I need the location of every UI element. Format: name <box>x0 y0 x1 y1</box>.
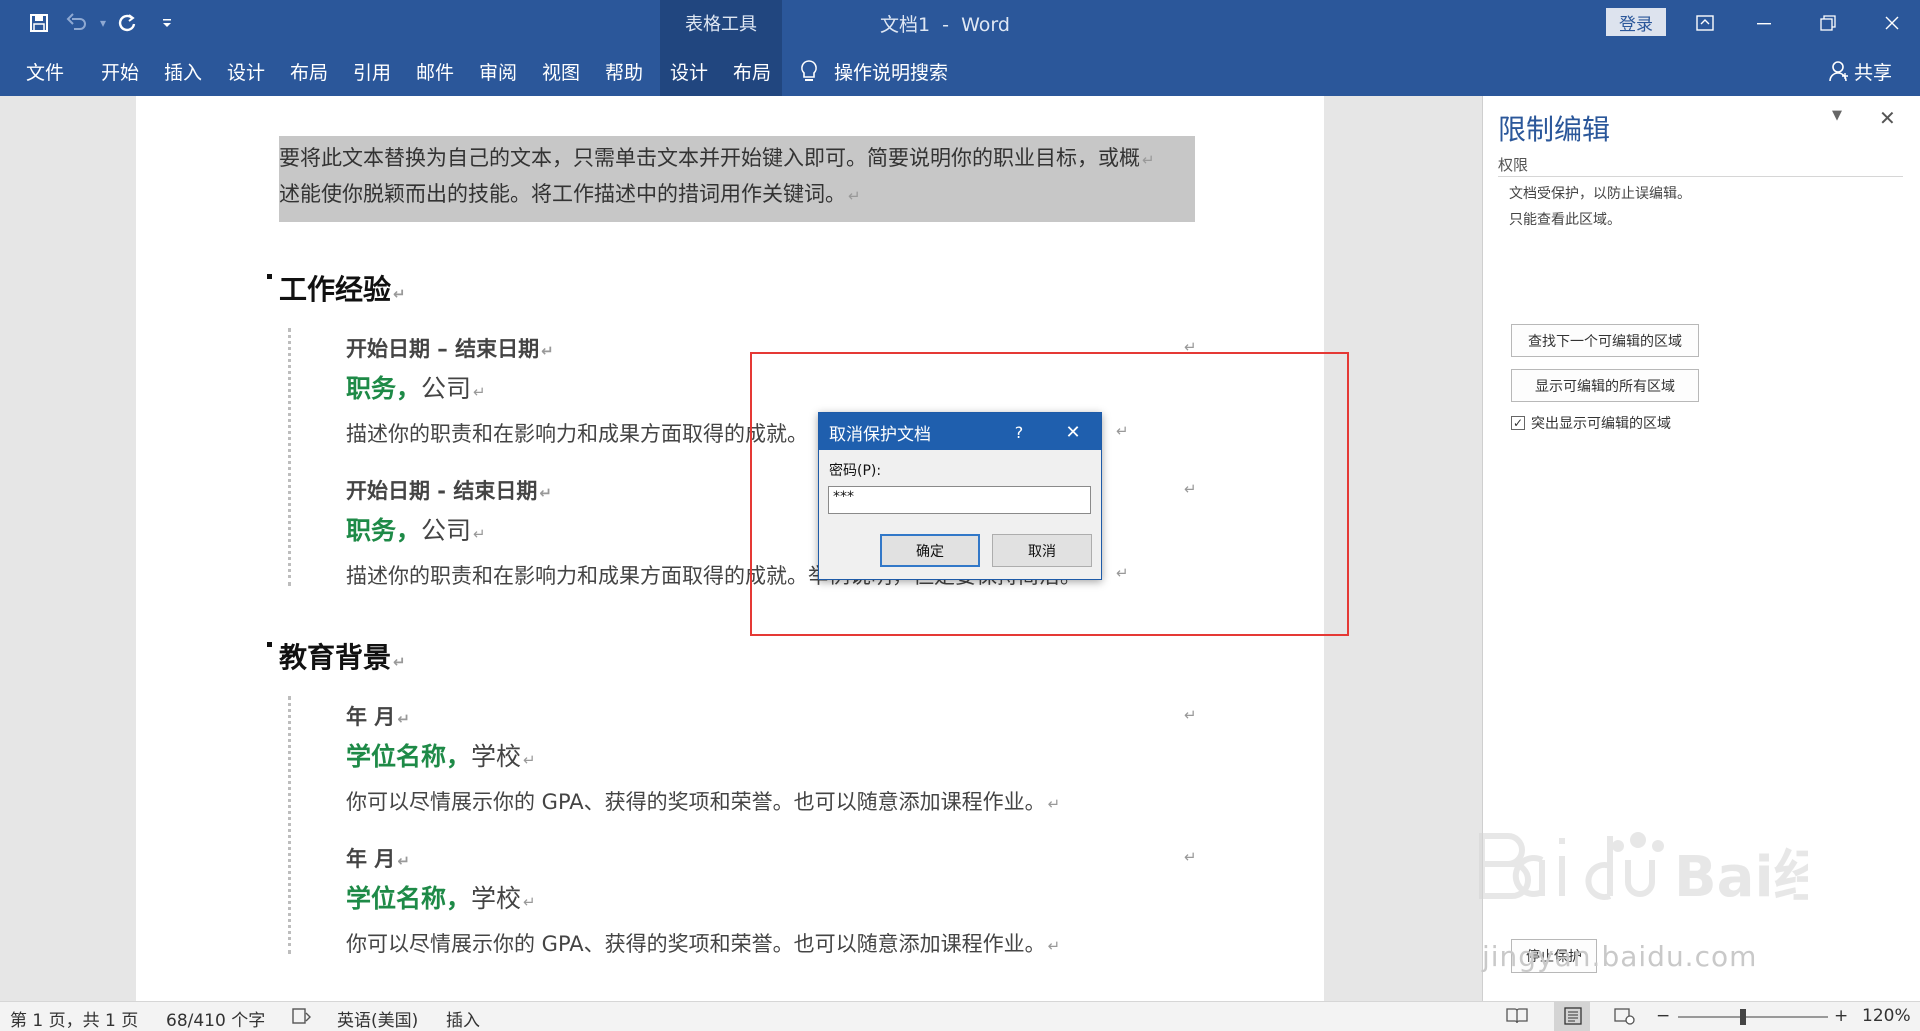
heading-bullet <box>267 642 272 647</box>
entry-rule <box>288 696 291 954</box>
section-heading[interactable]: 教育背景 ↵ <box>279 636 406 676</box>
cell-end-mark: ↵ <box>1184 848 1197 866</box>
ribbon-tab-row: 文件 开始 插入 设计 布局 引用 邮件 审阅 视图 帮助 设计 布局 操作说明… <box>0 46 1920 96</box>
entry-description[interactable]: 描述你的职责和在影响力和成果方面取得的成就。 <box>346 418 808 448</box>
tab-table-design[interactable]: 设计 <box>670 46 708 96</box>
web-layout-icon[interactable] <box>1614 1007 1636 1025</box>
unprotect-document-dialog: 取消保护文档 ? ✕ 密码(P): *** 确定 取消 <box>818 412 1102 580</box>
paragraph-mark: ↵ <box>848 187 861 205</box>
document-title: 文档1 - Word <box>880 14 1010 36</box>
insert-mode[interactable]: 插入 <box>446 1006 480 1031</box>
find-next-editable-button[interactable]: 查找下一个可编辑的区域 <box>1511 324 1699 357</box>
title-bar: ▾ 表格工具 文档1 - Word 登录 <box>0 0 1920 46</box>
section-divider <box>1498 176 1903 177</box>
ribbon-display-options-icon[interactable] <box>1685 6 1725 40</box>
intro-paragraph[interactable]: 要将此文本替换为自己的文本，只需单击文本并开始键入即可。简要说明你的职业目标，或… <box>279 136 1195 222</box>
proofing-icon[interactable] <box>292 1007 314 1025</box>
dialog-close-button[interactable]: ✕ <box>1055 419 1091 445</box>
dialog-title-bar[interactable]: 取消保护文档 ? ✕ <box>819 413 1101 450</box>
zoom-slider-thumb[interactable] <box>1739 1009 1746 1025</box>
watermark-text: Bai经验 <box>1674 845 1808 910</box>
close-window-icon[interactable] <box>1872 6 1912 40</box>
pane-options-icon[interactable]: ▼ <box>1832 108 1842 123</box>
minimize-icon[interactable] <box>1744 6 1784 40</box>
protection-info: 文档受保护，以防止误编辑。 <box>1509 186 1691 202</box>
entry-rule <box>288 328 291 586</box>
heading-bullet <box>267 274 272 279</box>
intro-line-1: 要将此文本替换为自己的文本，只需单击文本并开始键入即可。简要说明你的职业目标，或… <box>279 146 1140 170</box>
search-label: 操作说明搜索 <box>834 61 949 84</box>
dialog-title: 取消保护文档 <box>829 425 931 445</box>
protection-info: 只能查看此区域。 <box>1509 212 1621 228</box>
entry-description[interactable]: 你可以尽情展示你的 GPA、获得的奖项和荣誉。也可以随意添加课程作业。 ↵ <box>346 786 1060 816</box>
pane-title: 限制编辑 <box>1498 113 1611 146</box>
entry-title[interactable]: 职务，公司 ↵ <box>346 369 486 405</box>
tab-table-layout[interactable]: 布局 <box>733 46 771 96</box>
tab-design[interactable]: 设计 <box>227 46 265 96</box>
tab-review[interactable]: 审阅 <box>479 46 517 96</box>
share-button[interactable]: 共享 <box>1828 46 1892 96</box>
ok-button[interactable]: 确定 <box>880 534 980 567</box>
restore-icon[interactable] <box>1808 6 1848 40</box>
zoom-out-button[interactable]: − <box>1656 1006 1670 1026</box>
show-all-editable-button[interactable]: 显示可编辑的所有区域 <box>1511 369 1699 402</box>
pane-close-icon[interactable]: ✕ <box>1879 106 1896 130</box>
tab-view[interactable]: 视图 <box>542 46 580 96</box>
status-bar: 第 1 页，共 1 页 68/410 个字 英语(美国) 插入 − + 120% <box>0 1001 1920 1031</box>
tab-home[interactable]: 开始 <box>101 46 139 96</box>
word-count[interactable]: 68/410 个字 <box>166 1006 265 1031</box>
table-tools-context-label: 表格工具 <box>660 0 782 46</box>
section-heading[interactable]: 工作经验 ↵ <box>279 268 406 308</box>
entry-description[interactable]: 你可以尽情展示你的 GPA、获得的奖项和荣誉。也可以随意添加课程作业。 ↵ <box>346 928 1060 958</box>
intro-line-2: 述能使你脱颖而出的技能。将工作描述中的措词用作关键词。 <box>279 182 846 206</box>
zoom-level[interactable]: 120% <box>1862 1006 1911 1026</box>
checkbox-checked-icon: ✓ <box>1511 416 1525 430</box>
tab-mailings[interactable]: 邮件 <box>416 46 454 96</box>
entry-title[interactable]: 职务，公司 ↵ <box>346 511 486 547</box>
tell-me-search[interactable]: 操作说明搜索 <box>800 46 948 96</box>
baidu-jingyan-watermark-logo: Bai经验 <box>1479 832 1808 910</box>
highlight-editable-label: 突出显示可编辑的区域 <box>1531 416 1671 432</box>
page-info[interactable]: 第 1 页，共 1 页 <box>10 1006 138 1031</box>
password-field[interactable]: *** <box>828 486 1091 514</box>
dialog-help-button[interactable]: ? <box>1005 419 1033 445</box>
read-mode-icon[interactable] <box>1506 1007 1528 1025</box>
entry-title[interactable]: 学位名称，学校 ↵ <box>346 879 536 915</box>
person-icon <box>1829 61 1848 82</box>
cancel-button[interactable]: 取消 <box>992 534 1092 567</box>
entry-title[interactable]: 学位名称，学校 ↵ <box>346 737 536 773</box>
share-label: 共享 <box>1854 61 1893 84</box>
login-button[interactable]: 登录 <box>1606 8 1666 36</box>
watermark-url: jingyan.baidu.com <box>1482 940 1758 973</box>
lightbulb-icon <box>801 60 817 81</box>
zoom-slider[interactable] <box>1678 1016 1828 1018</box>
tab-insert[interactable]: 插入 <box>164 46 202 96</box>
paragraph-mark: ↵ <box>1142 151 1155 169</box>
language[interactable]: 英语(美国) <box>337 1006 418 1031</box>
customize-quick-access-icon[interactable] <box>152 8 182 38</box>
zoom-in-button[interactable]: + <box>1834 1006 1848 1026</box>
tab-references[interactable]: 引用 <box>353 46 391 96</box>
print-layout-icon[interactable] <box>1562 1007 1584 1025</box>
tab-layout[interactable]: 布局 <box>290 46 328 96</box>
entry-date[interactable]: 年 月 ↵ <box>346 843 410 873</box>
password-label: 密码(P): <box>829 463 882 479</box>
tab-file[interactable]: 文件 <box>26 46 64 96</box>
entry-date[interactable]: 开始日期 - 结束日期 ↵ <box>346 475 552 505</box>
entry-date[interactable]: 开始日期 – 结束日期 ↵ <box>346 333 554 363</box>
save-icon[interactable] <box>24 8 54 38</box>
permissions-section-label: 权限 <box>1498 156 1529 174</box>
entry-date[interactable]: 年 月 ↵ <box>346 701 410 731</box>
tab-help[interactable]: 帮助 <box>605 46 643 96</box>
redo-icon[interactable] <box>112 8 142 38</box>
highlight-editable-checkbox[interactable]: ✓ 突出显示可编辑的区域 <box>1511 413 1671 433</box>
cell-end-mark: ↵ <box>1184 706 1197 724</box>
